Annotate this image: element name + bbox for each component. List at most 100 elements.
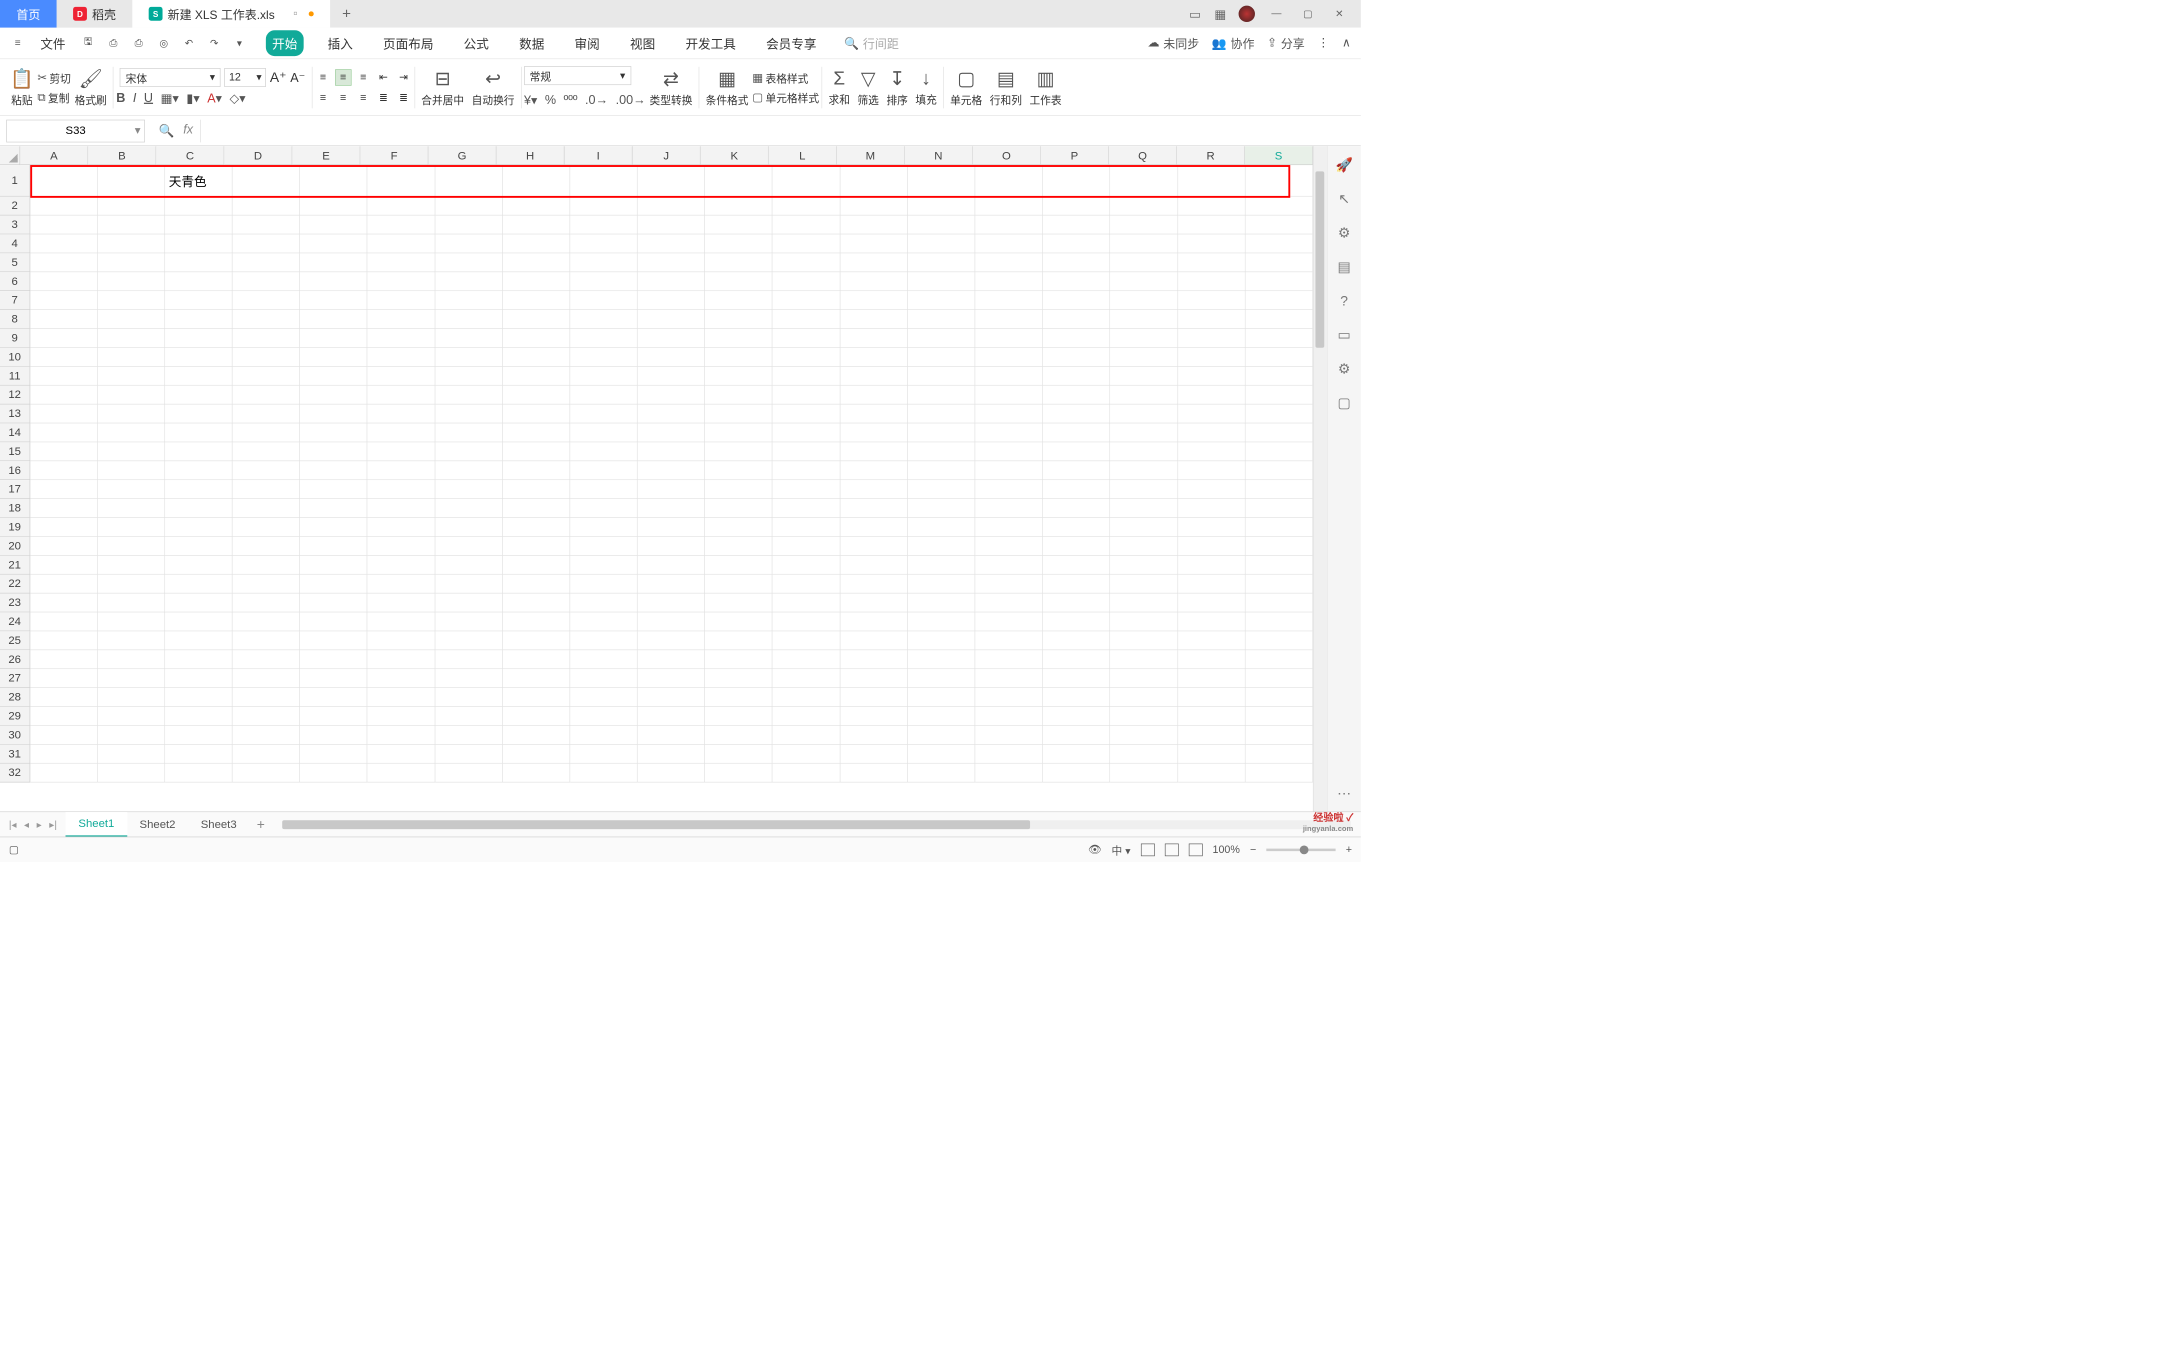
cell[interactable] [570, 726, 638, 745]
currency-icon[interactable]: ¥▾ [524, 93, 537, 109]
cell[interactable] [300, 726, 368, 745]
cell-button[interactable]: ▢单元格 [946, 66, 986, 108]
cell[interactable] [300, 537, 368, 556]
cell[interactable] [1110, 404, 1178, 423]
select-all-corner[interactable] [0, 146, 20, 165]
cell[interactable] [300, 291, 368, 310]
sync-button[interactable]: ☁未同步 [1148, 35, 1200, 52]
zoom-out-icon[interactable]: − [1250, 843, 1256, 856]
cell[interactable] [840, 272, 908, 291]
cell[interactable] [570, 329, 638, 348]
row-header[interactable]: 27 [0, 669, 30, 688]
zoom-label[interactable]: 100% [1213, 843, 1240, 856]
cell[interactable] [1245, 499, 1313, 518]
type-convert-button[interactable]: ⇄类型转换 [646, 66, 696, 108]
cell[interactable] [1110, 272, 1178, 291]
cell[interactable] [435, 556, 503, 575]
sheet-prev-icon[interactable]: ◂ [24, 818, 29, 831]
cell[interactable] [1110, 423, 1178, 442]
cell[interactable] [1043, 386, 1111, 405]
cell[interactable] [165, 593, 233, 612]
row-header[interactable]: 7 [0, 291, 30, 310]
cell[interactable] [30, 367, 98, 386]
cell[interactable] [300, 745, 368, 764]
cell[interactable] [98, 650, 166, 669]
cell[interactable] [908, 726, 976, 745]
cell[interactable] [435, 575, 503, 594]
cell[interactable] [165, 404, 233, 423]
cell[interactable] [1178, 612, 1246, 631]
cell[interactable] [1245, 518, 1313, 537]
row-header[interactable]: 19 [0, 518, 30, 537]
cell[interactable] [1110, 253, 1178, 272]
cell[interactable] [503, 348, 571, 367]
cell[interactable] [30, 272, 98, 291]
cell[interactable] [1178, 745, 1246, 764]
cell[interactable] [435, 518, 503, 537]
cell[interactable] [98, 593, 166, 612]
cell[interactable] [1178, 518, 1246, 537]
cell[interactable] [570, 348, 638, 367]
cell[interactable] [1110, 707, 1178, 726]
cell[interactable] [975, 537, 1043, 556]
sheet-first-icon[interactable]: |◂ [9, 818, 17, 831]
cell[interactable] [503, 575, 571, 594]
cell[interactable] [30, 404, 98, 423]
cell[interactable] [300, 480, 368, 499]
cell[interactable] [233, 272, 301, 291]
cell[interactable] [570, 537, 638, 556]
row-header[interactable]: 26 [0, 650, 30, 669]
cell[interactable] [368, 726, 436, 745]
cell[interactable] [368, 575, 436, 594]
cell[interactable] [570, 461, 638, 480]
cell[interactable] [773, 726, 841, 745]
cell[interactable] [98, 461, 166, 480]
cell[interactable] [503, 423, 571, 442]
cell[interactable] [773, 537, 841, 556]
cell[interactable] [908, 518, 976, 537]
cell[interactable] [975, 367, 1043, 386]
cell[interactable] [1043, 556, 1111, 575]
cell[interactable] [638, 480, 706, 499]
cell[interactable] [638, 726, 706, 745]
gear-icon[interactable]: ⚙ [1335, 360, 1353, 378]
cell[interactable] [503, 442, 571, 461]
cell[interactable] [638, 367, 706, 386]
cell[interactable] [975, 310, 1043, 329]
row-header[interactable]: 25 [0, 631, 30, 650]
cell[interactable] [165, 423, 233, 442]
cell[interactable] [233, 688, 301, 707]
cell[interactable] [638, 688, 706, 707]
cell[interactable] [435, 404, 503, 423]
cell[interactable] [300, 499, 368, 518]
cell[interactable] [840, 556, 908, 575]
cell[interactable] [368, 442, 436, 461]
lang-icon[interactable]: 中 ▾ [1112, 842, 1131, 858]
cell[interactable] [98, 707, 166, 726]
cell-style-button[interactable]: ▢单元格样式 [752, 89, 819, 105]
preview-icon[interactable]: ◎ [156, 36, 171, 51]
cell[interactable] [503, 272, 571, 291]
row-header[interactable]: 11 [0, 367, 30, 386]
cell[interactable] [233, 386, 301, 405]
cell[interactable] [773, 310, 841, 329]
border-icon[interactable]: ▦▾ [161, 91, 179, 107]
cell[interactable] [435, 726, 503, 745]
row-header[interactable]: 4 [0, 234, 30, 253]
cell[interactable] [638, 386, 706, 405]
cell[interactable] [503, 329, 571, 348]
settings-icon[interactable]: ⚙ [1335, 224, 1353, 242]
cell[interactable] [773, 669, 841, 688]
cell[interactable] [1043, 272, 1111, 291]
cell[interactable] [1178, 575, 1246, 594]
cell[interactable] [570, 764, 638, 783]
merge-center-button[interactable]: ⊟合并居中 [417, 66, 467, 108]
cell[interactable] [773, 688, 841, 707]
cell[interactable] [30, 461, 98, 480]
cell[interactable] [233, 461, 301, 480]
cell[interactable] [773, 650, 841, 669]
cell[interactable] [98, 234, 166, 253]
cell[interactable] [98, 291, 166, 310]
cell[interactable] [1043, 707, 1111, 726]
row-header[interactable]: 31 [0, 745, 30, 764]
